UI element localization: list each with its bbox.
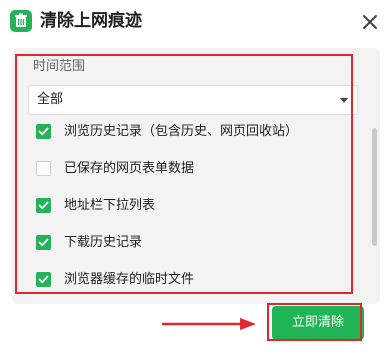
time-range-select[interactable]: 全部 — [28, 85, 358, 115]
clear-now-button[interactable]: 立即清除 — [272, 306, 364, 340]
chevron-down-icon — [340, 98, 348, 103]
checkbox-checked-icon[interactable] — [36, 235, 51, 250]
option-label: 地址栏下拉列表 — [64, 198, 156, 213]
checkbox-checked-icon[interactable] — [36, 198, 51, 213]
clear-traces-dialog: 清除上网痕迹 时间范围 全部 浏览历史记录（包含历史、网页回收站） 已保存的网页… — [0, 0, 391, 358]
checkbox-checked-icon[interactable] — [36, 272, 51, 287]
dialog-header: 清除上网痕迹 — [0, 0, 391, 48]
close-icon[interactable] — [358, 10, 382, 34]
option-label: 浏览历史记录（包含历史、网页回收站） — [64, 124, 299, 139]
dialog-title: 清除上网痕迹 — [40, 11, 142, 31]
time-range-value: 全部 — [37, 92, 64, 107]
time-range-label: 时间范围 — [33, 59, 86, 74]
option-label: 下载历史记录 — [64, 235, 143, 250]
checkbox-unchecked-icon[interactable] — [36, 161, 51, 176]
annotation-arrow-icon — [162, 318, 256, 330]
trash-icon — [10, 10, 32, 32]
checkbox-checked-icon[interactable] — [36, 124, 51, 139]
option-label: 已保存的网页表单数据 — [64, 161, 195, 176]
option-label: 浏览器缓存的临时文件 — [64, 272, 195, 287]
scrollbar-thumb[interactable] — [372, 128, 377, 246]
